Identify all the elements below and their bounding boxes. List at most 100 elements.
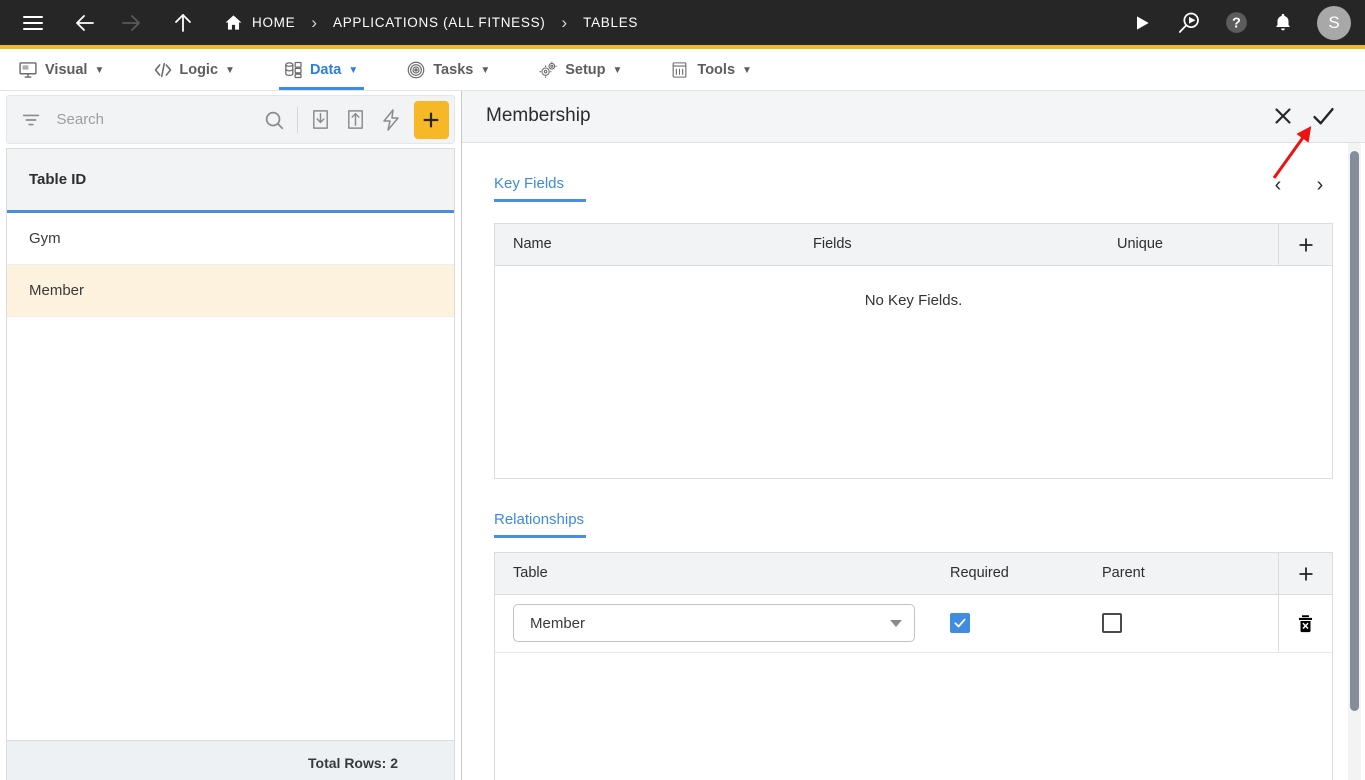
back-arrow-icon[interactable] xyxy=(66,4,104,42)
detail-scrollbar-thumb[interactable] xyxy=(1350,150,1359,711)
tables-column-header[interactable]: Table ID xyxy=(7,149,454,213)
export-icon[interactable] xyxy=(339,102,372,138)
key-fields-grid: Name Fields Unique No Key Fields. xyxy=(494,222,1333,479)
menu-item-data[interactable]: Data ▼ xyxy=(278,49,376,90)
breadcrumb-separator-1: › xyxy=(311,13,317,32)
parent-checkbox[interactable] xyxy=(1102,613,1122,634)
relationship-table-select[interactable]: Member xyxy=(513,604,915,643)
up-arrow-icon[interactable] xyxy=(164,4,202,42)
key-fields-empty-message: No Key Fields. xyxy=(864,291,963,309)
required-checkbox[interactable] xyxy=(950,613,970,634)
search-input[interactable] xyxy=(48,111,256,128)
menu-item-tools-label: Tools xyxy=(697,61,736,78)
menu-item-setup-label: Setup xyxy=(565,61,606,78)
menu-item-logic[interactable]: Logic ▼ xyxy=(148,49,253,90)
breadcrumb-separator-2: › xyxy=(561,13,568,32)
relationships-section-header: Relationships xyxy=(494,479,1333,538)
breadcrumb-home[interactable]: HOME xyxy=(224,13,295,32)
tables-search-toolbar xyxy=(6,95,455,144)
key-fields-grid-header: Name Fields Unique xyxy=(495,223,1332,266)
forward-arrow-icon xyxy=(112,4,150,42)
table-detail-pane: Membership Key Fields ‹ › Name Fields Un… xyxy=(462,91,1365,780)
relationship-required-cell xyxy=(932,613,1084,634)
relationships-grid: Table Required Parent Member xyxy=(494,551,1333,780)
column-header-unique[interactable]: Unique xyxy=(1099,236,1241,252)
relationships-grid-header: Table Required Parent xyxy=(495,552,1332,595)
tables-grid: Table ID Gym Member Total Rows: 2 xyxy=(6,148,455,780)
chevron-down-icon: ▼ xyxy=(480,65,491,76)
relationship-parent-cell xyxy=(1084,613,1241,634)
lightning-bolt-icon[interactable] xyxy=(374,102,407,138)
table-row[interactable]: Member xyxy=(7,265,454,317)
code-icon xyxy=(152,60,172,80)
help-icon[interactable]: ? xyxy=(1217,4,1255,42)
chevron-down-icon: ▼ xyxy=(94,65,105,76)
menu-item-tasks[interactable]: Tasks ▼ xyxy=(402,49,508,90)
import-icon[interactable] xyxy=(304,102,337,138)
tables-list-pane: Table ID Gym Member Total Rows: 2 xyxy=(0,91,462,780)
breadcrumb-applications[interactable]: APPLICATIONS (ALL FITNESS) xyxy=(333,15,546,30)
top-navigation-bar: HOME › APPLICATIONS (ALL FITNESS) › TABL… xyxy=(0,0,1365,45)
avatar[interactable]: S xyxy=(1317,5,1351,40)
delete-relationship-button[interactable] xyxy=(1278,594,1332,652)
breadcrumb-applications-label: APPLICATIONS (ALL FITNESS) xyxy=(332,15,546,30)
breadcrumb-tables[interactable]: TABLES xyxy=(583,15,638,30)
checkmark-icon[interactable] xyxy=(1303,96,1343,136)
key-fields-label: Key Fields xyxy=(494,143,587,202)
relationship-table-cell: Member xyxy=(495,604,932,643)
column-header-parent[interactable]: Parent xyxy=(1084,565,1241,581)
menu-item-logic-label: Logic xyxy=(179,61,219,78)
trash-icon xyxy=(1295,613,1316,634)
hamburger-menu-icon[interactable] xyxy=(14,4,52,42)
target-icon xyxy=(406,60,426,80)
toolbar-divider xyxy=(296,106,298,133)
breadcrumb-home-label: HOME xyxy=(252,15,296,30)
table-row-label: Member xyxy=(29,282,85,299)
main-body: Table ID Gym Member Total Rows: 2 Member… xyxy=(0,91,1365,780)
key-fields-pager: ‹ › xyxy=(1265,143,1333,199)
monitor-icon xyxy=(18,60,38,80)
chevron-down-icon: ▼ xyxy=(348,65,359,76)
chevron-down-icon: ▼ xyxy=(742,65,752,76)
add-key-field-button[interactable] xyxy=(1278,223,1332,266)
relationships-label: Relationships xyxy=(494,479,587,538)
pager-next-button[interactable]: › xyxy=(1307,173,1333,199)
application-menu-bar: Visual ▼ Logic ▼ Data ▼ Tasks ▼ Setup ▼ … xyxy=(0,49,1365,91)
tables-grid-body: Gym Member xyxy=(7,213,454,740)
home-icon xyxy=(224,13,243,32)
column-header-name[interactable]: Name xyxy=(495,236,795,252)
menu-item-visual[interactable]: Visual ▼ xyxy=(14,49,122,90)
pager-prev-button[interactable]: ‹ xyxy=(1265,173,1291,199)
database-icon xyxy=(283,60,303,80)
menu-item-setup[interactable]: Setup ▼ xyxy=(534,49,640,90)
bell-icon[interactable] xyxy=(1264,4,1302,42)
detail-scroll-area: Key Fields ‹ › Name Fields Unique No Key… xyxy=(462,142,1365,780)
chevron-down-icon: ▼ xyxy=(225,65,235,76)
add-table-button[interactable] xyxy=(413,100,449,139)
filter-icon[interactable] xyxy=(15,103,47,137)
column-header-fields[interactable]: Fields xyxy=(795,236,1099,252)
search-icon[interactable] xyxy=(258,102,291,138)
chevron-down-icon xyxy=(890,619,902,627)
table-row-label: Gym xyxy=(29,230,61,247)
menu-item-visual-label: Visual xyxy=(45,61,88,78)
relationship-table-value: Member xyxy=(530,614,586,632)
column-header-table[interactable]: Table xyxy=(495,565,932,581)
detail-header: Membership xyxy=(462,91,1365,143)
chevron-down-icon: ▼ xyxy=(612,65,623,76)
magnifier-play-icon[interactable] xyxy=(1170,4,1208,42)
breadcrumb-tables-label: TABLES xyxy=(583,15,639,30)
table-row[interactable]: Gym xyxy=(7,213,454,265)
total-rows-label: Total Rows: 2 xyxy=(7,740,454,780)
relationships-empty-space xyxy=(495,652,1332,780)
page-title: Membership xyxy=(486,105,591,127)
close-x-icon[interactable] xyxy=(1263,96,1303,136)
toolbox-icon xyxy=(670,60,690,80)
menu-item-tools[interactable]: Tools ▼ xyxy=(666,49,770,90)
add-relationship-button[interactable] xyxy=(1278,552,1332,595)
column-header-required[interactable]: Required xyxy=(932,565,1084,581)
play-icon[interactable] xyxy=(1123,4,1161,42)
key-fields-section-header: Key Fields ‹ › xyxy=(494,143,1333,202)
menu-item-tasks-label: Tasks xyxy=(433,61,474,78)
svg-text:?: ? xyxy=(1232,16,1241,32)
